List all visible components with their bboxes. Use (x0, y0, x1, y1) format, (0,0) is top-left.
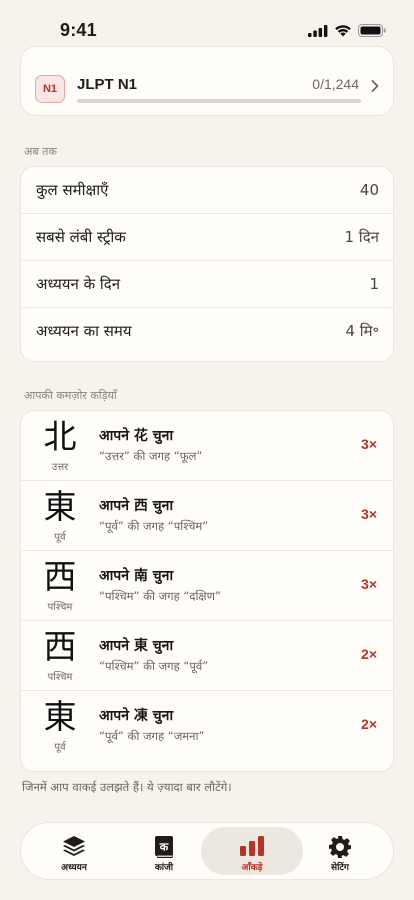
tab-bar: अध्ययन क कांजी आँकड़े सेटिंग (20, 822, 394, 880)
bar-chart-icon (201, 835, 303, 857)
summary-card: कुल समीक्षाएँ 40 सबसे लंबी स्ट्रीक 1 दिन… (20, 166, 394, 362)
weak-link-meaning: पूर्व (54, 742, 66, 753)
stat-row-total-reviews: कुल समीक्षाएँ 40 (21, 167, 393, 214)
tab-label: आँकड़े (241, 863, 263, 873)
stat-value: 40 (359, 181, 379, 199)
weak-link-subtitle: “उत्तर” की जगह “फूल” (99, 449, 203, 463)
tab-study[interactable]: अध्ययन (29, 827, 119, 875)
jlpt-progress-count: 0/1,244 (312, 76, 359, 92)
cellular-signal-icon (308, 22, 328, 41)
tab-label: सेटिंग (330, 863, 350, 873)
weak-link-kanji: 東 (43, 697, 77, 736)
status-time: 9:41 (60, 20, 97, 40)
stat-label: कुल समीक्षाएँ (36, 181, 109, 199)
weak-link-row[interactable]: 西 पश्चिम आपने 東 चुना “पश्चिम” की जगह “पू… (21, 621, 393, 691)
tab-label: कांजी (154, 863, 174, 873)
gear-icon (295, 835, 385, 859)
jlpt-level-badge: N1 (35, 75, 65, 103)
summary-section-label: अब तक (24, 145, 57, 158)
weak-links-card: 北 उत्तर आपने 花 चुना “उत्तर” की जगह “फूल”… (20, 410, 394, 772)
weak-link-title: आपने 西 चुना (99, 498, 174, 514)
weak-link-title: आपने 南 चुना (99, 568, 174, 584)
tab-stats[interactable]: आँकड़े (201, 827, 303, 875)
stack-icon (29, 835, 119, 857)
weak-links-footnote: जिनमें आप वाकई उलझते हैं। ये ज़्यादा बार… (22, 780, 232, 794)
stat-row-longest-streak: सबसे लंबी स्ट्रीक 1 दिन (21, 214, 393, 261)
weak-link-meaning: पश्चिम (47, 602, 73, 613)
stat-label: अध्ययन का समय (36, 322, 132, 340)
wifi-icon (334, 22, 352, 41)
book-glyph: क (159, 841, 169, 854)
weak-link-subtitle: “पूर्व” की जगह “पश्चिम” (99, 519, 209, 533)
weak-link-count: 3× (361, 576, 377, 592)
weak-link-row[interactable]: 東 पूर्व आपने 凍 चुना “पूर्व” की जगह “जमना… (21, 691, 393, 760)
battery-icon (358, 22, 386, 41)
weak-link-meaning: उत्तर (51, 462, 69, 473)
weak-link-row[interactable]: 東 पूर्व आपने 西 चुना “पूर्व” की जगह “पश्च… (21, 481, 393, 551)
stat-value: 1 दिन (344, 228, 380, 246)
weak-link-count: 2× (361, 716, 377, 732)
weak-link-subtitle: “पश्चिम” की जगह “पूर्व” (99, 659, 209, 673)
weak-links-section-label: आपकी कमज़ोर कड़ियाँ (24, 389, 117, 402)
weak-link-subtitle: “पश्चिम” की जगह “दक्षिण” (99, 589, 221, 603)
weak-link-kanji: 北 (43, 417, 77, 456)
jlpt-level-title: JLPT N1 (77, 76, 138, 93)
stat-label: सबसे लंबी स्ट्रीक (36, 228, 126, 246)
stat-label: अध्ययन के दिन (36, 275, 121, 293)
weak-link-kanji: 西 (43, 557, 77, 596)
chevron-right-icon (371, 77, 379, 96)
weak-link-row[interactable]: 北 उत्तर आपने 花 चुना “उत्तर” की जगह “फूल”… (21, 411, 393, 481)
weak-link-row[interactable]: 西 पश्चिम आपने 南 चुना “पश्चिम” की जगह “दक… (21, 551, 393, 621)
tab-settings[interactable]: सेटिंग (295, 827, 385, 875)
jlpt-level-card[interactable]: N1 JLPT N1 0/1,244 (20, 46, 394, 116)
weak-link-count: 2× (361, 646, 377, 662)
weak-link-title: आपने 花 चुना (99, 428, 174, 444)
tab-kanji[interactable]: क कांजी (119, 827, 209, 875)
book-icon: क (119, 835, 209, 859)
stat-row-study-time: अध्ययन का समय 4 मि॰ (21, 308, 393, 354)
weak-link-subtitle: “पूर्व” की जगह “जमना” (99, 729, 205, 743)
weak-link-title: आपने 東 चुना (99, 638, 174, 654)
weak-link-meaning: पश्चिम (47, 672, 73, 683)
weak-link-title: आपने 凍 चुना (99, 708, 174, 724)
weak-link-kanji: 西 (43, 627, 77, 666)
weak-link-kanji: 東 (43, 487, 77, 526)
jlpt-progress-bar (77, 99, 361, 103)
weak-link-count: 3× (361, 436, 377, 452)
weak-link-count: 3× (361, 506, 377, 522)
stat-value: 1 (369, 275, 379, 293)
tab-label: अध्ययन (61, 863, 87, 873)
stat-row-study-days: अध्ययन के दिन 1 (21, 261, 393, 308)
stat-value: 4 मि॰ (345, 322, 379, 340)
weak-link-meaning: पूर्व (54, 532, 66, 543)
status-icons (308, 22, 386, 41)
